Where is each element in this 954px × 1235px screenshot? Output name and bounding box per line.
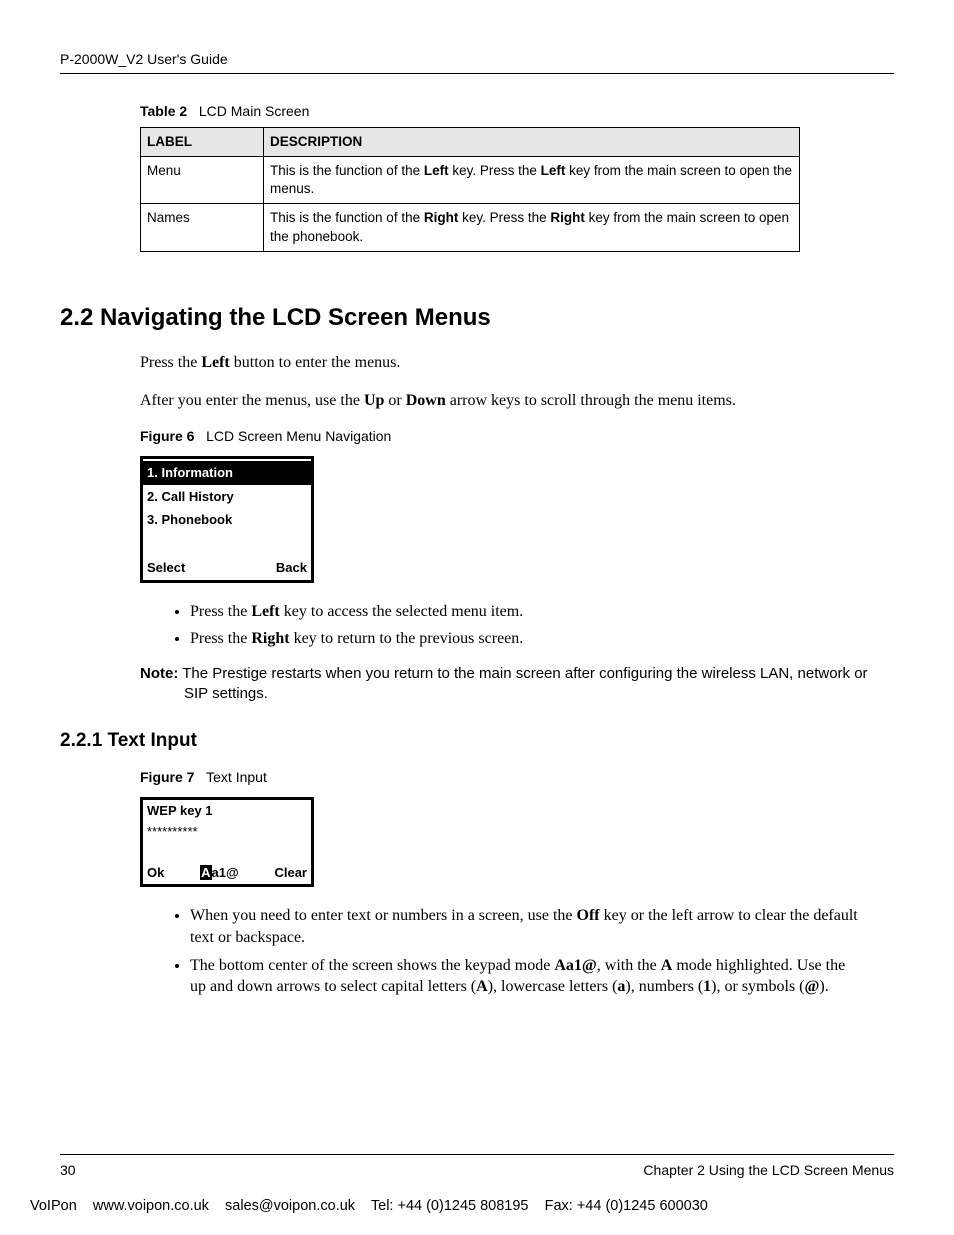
bullet-list: Press the Left key to access the selecte… — [60, 601, 894, 650]
softkey-bar: Ok Aa1@ Clear — [143, 861, 311, 885]
figure-label: Figure 6 — [140, 428, 194, 444]
softkey-left: Ok — [147, 864, 164, 882]
softkey-right: Clear — [274, 864, 307, 882]
footer-rule — [60, 1154, 894, 1155]
figure-caption: Figure 7 Text Input — [60, 768, 894, 787]
note-text: The Prestige restarts when you return to… — [178, 665, 867, 702]
lcd-textinput-figure: WEP key 1 ********** Ok Aa1@ Clear — [140, 797, 314, 888]
figure-label: Figure 7 — [140, 769, 194, 785]
screen-title: WEP key 1 — [143, 800, 311, 822]
screen-value: ********** — [143, 821, 311, 843]
note-label: Note: — [140, 665, 178, 682]
vendor-line: VoIPon www.voipon.co.uk sales@voipon.co.… — [30, 1197, 924, 1217]
mode-rest: a1@ — [212, 865, 239, 880]
softkey-left: Select — [147, 559, 185, 577]
menu-item: 3. Phonebook — [143, 508, 311, 532]
figure-caption: Figure 6 LCD Screen Menu Navigation — [60, 427, 894, 446]
paragraph: After you enter the menus, use the Up or… — [60, 390, 894, 412]
footer: 30 Chapter 2 Using the LCD Screen Menus — [60, 1161, 894, 1180]
keypad-mode: Aa1@ — [200, 864, 239, 882]
list-item: When you need to enter text or numbers i… — [190, 905, 894, 948]
running-head: P-2000W_V2 User's Guide — [60, 50, 894, 73]
chapter-name: Chapter 2 Using the LCD Screen Menus — [643, 1161, 894, 1180]
cell-label: Names — [141, 204, 264, 251]
figure-title: Text Input — [206, 769, 267, 785]
page-number: 30 — [60, 1161, 76, 1180]
note-block: Note: The Prestige restarts when you ret… — [60, 664, 894, 705]
cell-label: Menu — [141, 157, 264, 204]
list-item: Press the Right key to return to the pre… — [190, 628, 894, 650]
bullet-list: When you need to enter text or numbers i… — [60, 905, 894, 997]
paragraph: Press the Left button to enter the menus… — [60, 352, 894, 374]
col-label: LABEL — [141, 127, 264, 156]
menu-item: 2. Call History — [143, 485, 311, 509]
mode-selected: A — [200, 865, 211, 880]
softkey-right: Back — [276, 559, 307, 577]
lcd-menu-figure: 1. Information 2. Call History 3. Phoneb… — [140, 456, 314, 582]
figure-title: LCD Screen Menu Navigation — [206, 428, 391, 444]
document-page: P-2000W_V2 User's Guide Table 2 LCD Main… — [0, 0, 954, 1235]
header-rule — [60, 73, 894, 74]
table-caption: Table 2 LCD Main Screen — [60, 102, 894, 121]
table-row: Names This is the function of the Right … — [141, 204, 800, 251]
table-row: Menu This is the function of the Left ke… — [141, 157, 800, 204]
list-item: Press the Left key to access the selecte… — [190, 601, 894, 623]
col-description: DESCRIPTION — [264, 127, 800, 156]
cell-description: This is the function of the Left key. Pr… — [264, 157, 800, 204]
menu-item-selected: 1. Information — [143, 459, 311, 485]
screen-blank — [143, 843, 311, 861]
lcd-main-screen-table: LABEL DESCRIPTION Menu This is the funct… — [140, 127, 800, 252]
cell-description: This is the function of the Right key. P… — [264, 204, 800, 251]
table-title: LCD Main Screen — [199, 103, 310, 119]
menu-blank — [143, 532, 311, 556]
table-label: Table 2 — [140, 103, 187, 119]
table-header-row: LABEL DESCRIPTION — [141, 127, 800, 156]
subsection-heading: 2.2.1 Text Input — [60, 728, 894, 754]
list-item: The bottom center of the screen shows th… — [190, 955, 894, 998]
section-heading: 2.2 Navigating the LCD Screen Menus — [60, 302, 894, 334]
softkey-bar: Select Back — [143, 556, 311, 580]
